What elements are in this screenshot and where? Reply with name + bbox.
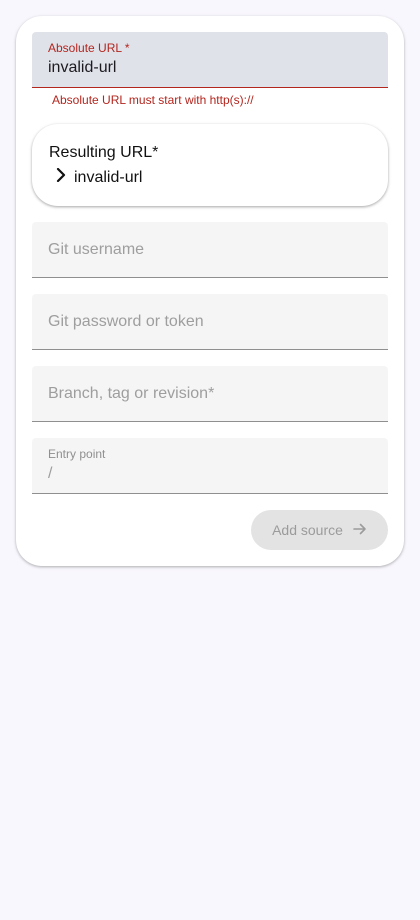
absolute-url-error: Absolute URL must start with http(s)://: [52, 93, 254, 107]
entry-point-label: Entry point: [48, 447, 106, 461]
git-password-field[interactable]: Git password or token: [32, 294, 388, 350]
add-source-label: Add source: [272, 522, 343, 538]
arrow-right-icon: [353, 522, 367, 539]
git-username-placeholder: Git username: [48, 241, 145, 258]
absolute-url-label: Absolute URL *: [48, 41, 130, 55]
add-source-card: Absolute URL * invalid-url Absolute URL …: [16, 16, 404, 566]
git-username-field[interactable]: Git username: [32, 222, 388, 278]
entry-point-field[interactable]: Entry point /: [32, 438, 388, 494]
entry-point-value[interactable]: /: [48, 465, 52, 483]
resulting-url-value: invalid-url: [74, 168, 143, 186]
resulting-url-row: invalid-url: [56, 167, 143, 187]
absolute-url-value[interactable]: invalid-url: [48, 59, 116, 77]
chevron-right-icon: [56, 167, 66, 187]
branch-placeholder: Branch, tag or revision*: [48, 385, 215, 402]
resulting-url-panel: Resulting URL* invalid-url: [32, 124, 388, 206]
branch-field[interactable]: Branch, tag or revision*: [32, 366, 388, 422]
absolute-url-field[interactable]: Absolute URL * invalid-url: [32, 32, 388, 88]
add-source-button[interactable]: Add source: [251, 510, 388, 550]
resulting-url-title: Resulting URL*: [49, 144, 159, 161]
git-password-placeholder: Git password or token: [48, 313, 204, 330]
